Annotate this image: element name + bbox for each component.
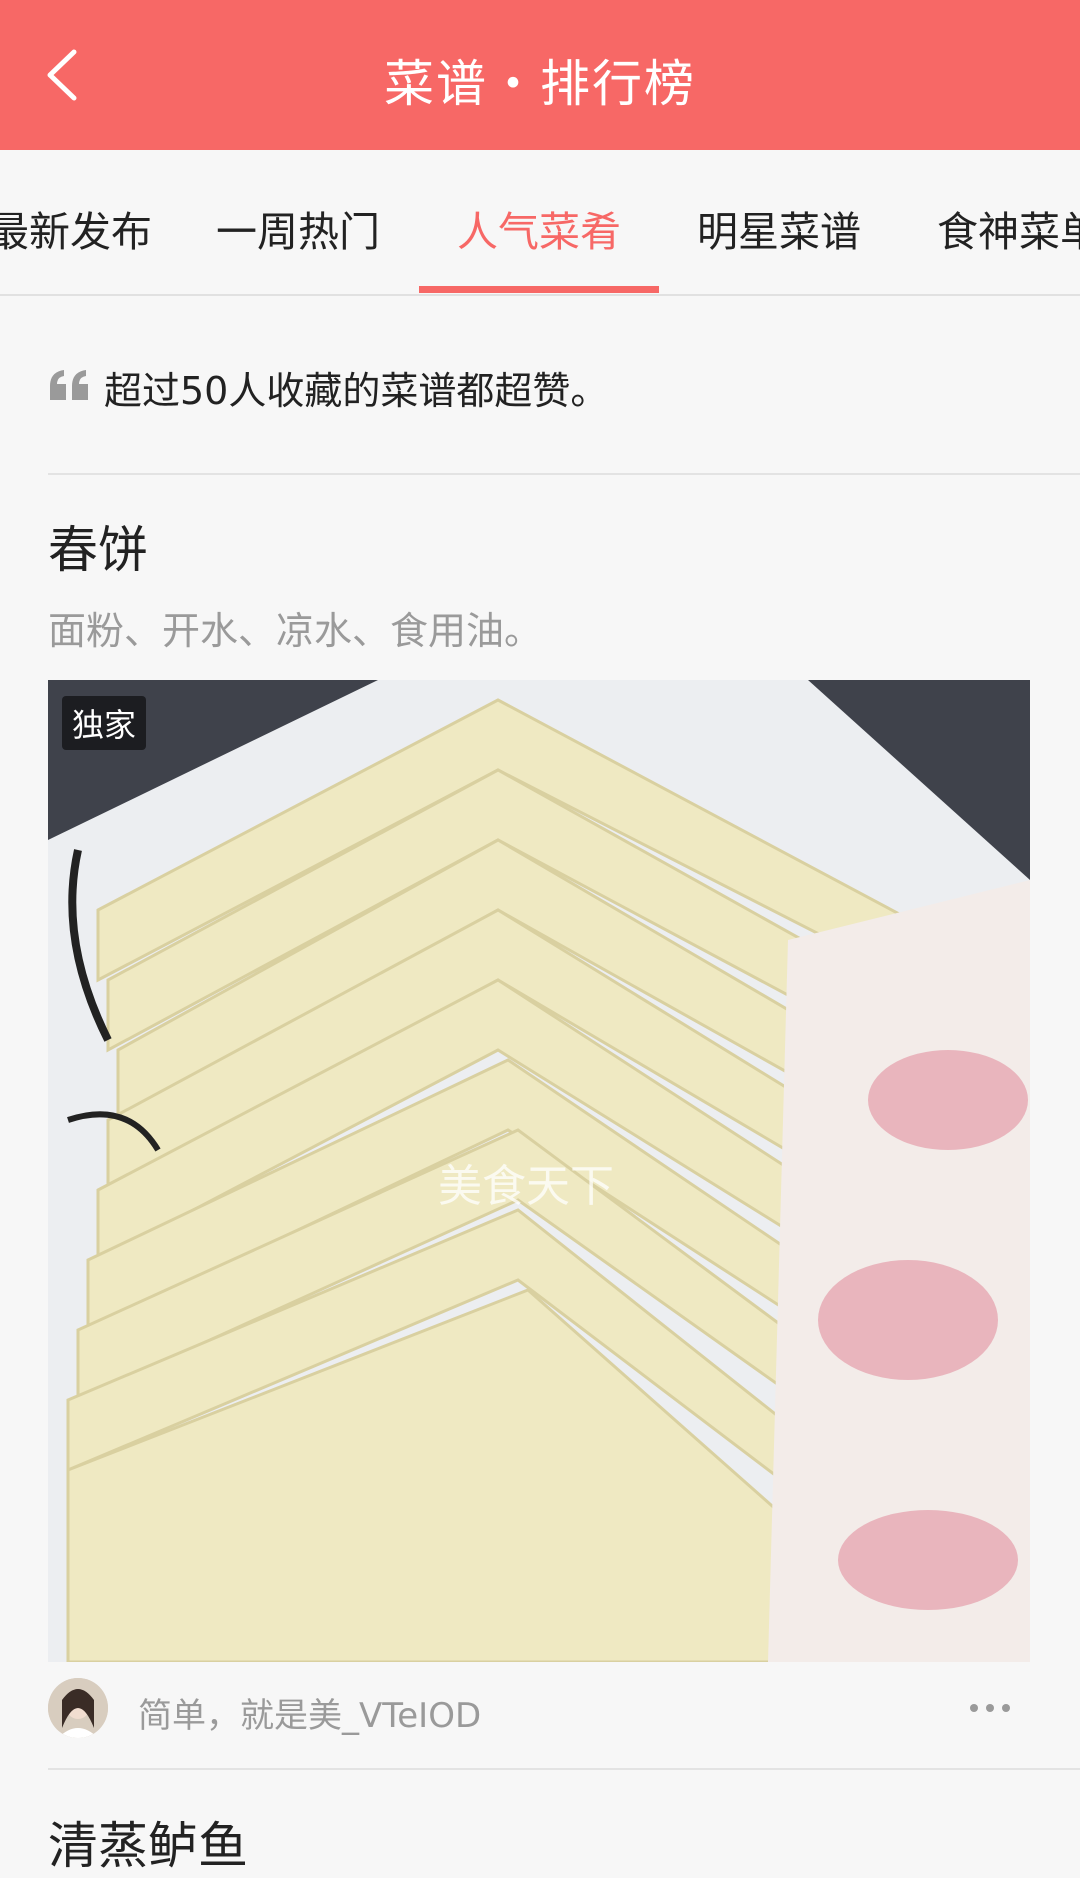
tab-latest[interactable]: 最新发布 [0,198,152,258]
tab-weekly-hot[interactable]: 一周热门 [216,198,380,258]
tab-popular[interactable]: 人气菜肴 [457,198,621,258]
top-bar: 菜谱・排行榜 [0,0,1080,150]
avatar[interactable] [48,1678,108,1738]
active-tab-indicator [419,286,659,293]
tab-star-recipes[interactable]: 明星菜谱 [697,198,861,258]
page-title: 菜谱・排行榜 [384,55,696,113]
recipe-title[interactable]: 春饼 [48,510,148,582]
more-icon [970,1704,1010,1712]
recipe-photo[interactable]: 独家 美食天下 [48,680,1030,1662]
recipe-title[interactable]: 清蒸鲈鱼 [48,1806,248,1878]
exclusive-badge: 独家 [62,696,147,750]
quote-icon [50,370,88,400]
divider [48,1768,1080,1770]
tab-chef-menu[interactable]: 食神菜单 [937,198,1080,258]
author-row: 简单，就是美_VTeIOD [48,1676,1038,1742]
author-name[interactable]: 简单，就是美_VTeIOD [138,1688,481,1737]
image-watermark: 美食天下 [438,1161,614,1212]
intro-text: 超过50人收藏的菜谱都超赞。 [104,369,609,413]
more-button[interactable] [968,1698,1012,1718]
avatar-icon [48,1678,108,1738]
divider [48,473,1080,475]
category-tabs: 最新发布 一周热门 人气菜肴 明星菜谱 食神菜单 [0,150,1080,296]
recipe-ingredients: 面粉、开水、凉水、食用油。 [48,609,543,653]
